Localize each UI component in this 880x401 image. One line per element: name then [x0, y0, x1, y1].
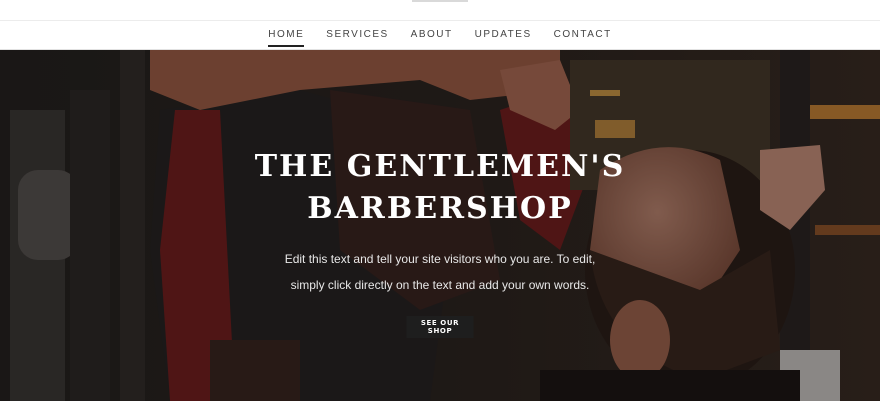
hero-description-line-2: simply click directly on the text and ad… — [290, 278, 590, 292]
site-logo-partial[interactable] — [412, 0, 468, 2]
nav-item-home[interactable]: HOME — [268, 23, 305, 47]
top-header-bar — [0, 0, 880, 21]
hero-description-line-1: Edit this text and tell your site visito… — [284, 252, 596, 266]
hero-section: THE GENTLEMEN'S BARBERSHOP Edit this tex… — [0, 50, 880, 401]
see-our-shop-button[interactable]: SEE OUR SHOP — [406, 316, 474, 338]
nav-item-services[interactable]: SERVICES — [326, 23, 388, 47]
nav-item-about[interactable]: ABOUT — [411, 23, 453, 47]
nav-item-updates[interactable]: UPDATES — [475, 23, 532, 47]
hero-description: Edit this text and tell your site visito… — [0, 246, 880, 298]
hero-title: THE GENTLEMEN'S BARBERSHOP — [254, 149, 626, 226]
main-navigation: HOME SERVICES ABOUT UPDATES CONTACT — [0, 21, 880, 50]
nav-item-contact[interactable]: CONTACT — [554, 23, 612, 47]
